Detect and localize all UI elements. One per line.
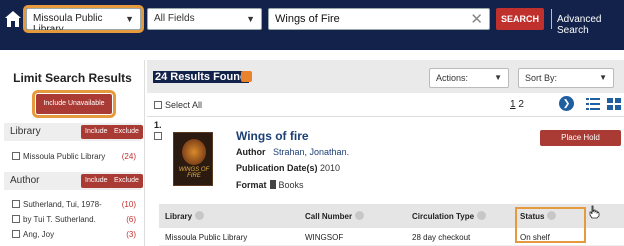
- facet-title: Author: [10, 175, 40, 186]
- select-all-label: Select All: [165, 100, 203, 110]
- checkbox[interactable]: [12, 200, 20, 208]
- sidebar-title: Limit Search Results: [13, 71, 132, 85]
- facet-author-header: Author Include Exclude: [4, 172, 143, 190]
- library-select[interactable]: Missoula Public Library ▼: [23, 5, 144, 35]
- book-icon: [269, 180, 276, 189]
- exclude-button[interactable]: Exclude: [110, 125, 143, 139]
- cell-library: Missoula Public Library: [165, 233, 248, 242]
- actions-label: Actions:: [436, 73, 469, 83]
- checkbox[interactable]: [12, 152, 20, 160]
- next-page-icon[interactable]: ❯: [559, 96, 574, 111]
- result-pubdate: Publication Date(s) 2010: [236, 163, 340, 173]
- col-label: Library: [165, 212, 193, 221]
- chevron-down-icon: ▼: [246, 14, 255, 24]
- result-title[interactable]: Wings of fire: [236, 129, 309, 143]
- page-link-2[interactable]: 2: [518, 99, 524, 110]
- format-value: Books: [278, 180, 304, 190]
- search-input-value: Wings of Fire: [275, 13, 340, 25]
- result-checkbox[interactable]: [154, 132, 162, 140]
- sort-icon[interactable]: [477, 211, 487, 220]
- place-hold-button[interactable]: Place Hold: [540, 130, 621, 146]
- sort-by-label: Sort By:: [525, 73, 558, 83]
- rss-icon[interactable]: [241, 71, 252, 82]
- select-all[interactable]: Select All: [154, 100, 202, 110]
- facet-item-count: (3): [126, 230, 136, 239]
- facet-item-count: (10): [121, 200, 136, 209]
- author-value[interactable]: Strahan, Jonathan.: [273, 147, 349, 157]
- sort-icon[interactable]: [195, 211, 205, 220]
- col-circulation-type[interactable]: Circulation Type: [412, 211, 487, 221]
- col-call-number[interactable]: Call Number: [305, 211, 365, 221]
- facet-item-count: (6): [126, 215, 136, 224]
- advanced-search-link[interactable]: Advanced Search: [557, 14, 624, 36]
- col-label: Call Number: [305, 212, 353, 221]
- cell-call-number: WINGSOF: [305, 233, 344, 242]
- include-button[interactable]: Include: [81, 174, 112, 188]
- search-button[interactable]: SEARCH: [496, 8, 544, 30]
- pubdate-value: 2010: [320, 163, 341, 173]
- facet-item[interactable]: by Tui T. Sutherland. (6): [12, 215, 136, 224]
- facet-item-label: by Tui T. Sutherland.: [23, 215, 96, 224]
- col-library[interactable]: Library: [165, 211, 205, 221]
- results-header: 24 Results Found Actions: ▼ Sort By: ▼: [147, 60, 624, 93]
- facet-item-label: Missoula Public Library: [23, 152, 106, 161]
- hand-cursor-icon: [589, 205, 600, 219]
- cover-title: WINGS OF FIRE: [178, 167, 210, 179]
- library-select-value: Missoula Public Library: [33, 13, 103, 35]
- include-button[interactable]: Include: [81, 125, 112, 139]
- result-format: Format Books: [236, 180, 304, 190]
- limit-sidebar: Limit Search Results Include Unavailable…: [0, 60, 145, 246]
- grid-view-icon[interactable]: [607, 98, 621, 110]
- cover-art: [182, 139, 206, 165]
- format-label: Format: [236, 180, 267, 190]
- results-count: 24 Results Found: [153, 71, 249, 83]
- home-icon[interactable]: [4, 10, 22, 28]
- top-search-bar: Missoula Public Library ▼ All Fields ▼ W…: [0, 0, 624, 50]
- chevron-down-icon: ▼: [599, 73, 607, 82]
- list-view-icon[interactable]: [586, 98, 600, 110]
- facet-library-header: Library Include Exclude: [4, 123, 143, 141]
- result-author: Author Strahan, Jonathan.: [236, 147, 349, 157]
- sort-by-dropdown[interactable]: Sort By: ▼: [518, 68, 614, 88]
- author-label: Author: [236, 147, 266, 157]
- chevron-down-icon: ▼: [125, 14, 134, 24]
- facet-item[interactable]: Missoula Public Library (24): [12, 152, 136, 161]
- search-input[interactable]: Wings of Fire ✕: [268, 8, 490, 30]
- cell-circulation-type: 28 day checkout: [412, 233, 471, 242]
- pubdate-label: Publication Date(s): [236, 163, 318, 173]
- facet-title: Library: [10, 126, 41, 137]
- book-cover[interactable]: WINGS OF FIRE: [173, 132, 213, 186]
- field-select[interactable]: All Fields ▼: [147, 8, 262, 30]
- facet-item-count: (24): [121, 152, 136, 161]
- checkbox[interactable]: [12, 215, 20, 223]
- status-highlight: [515, 207, 586, 243]
- exclude-button[interactable]: Exclude: [110, 174, 143, 188]
- actions-dropdown[interactable]: Actions: ▼: [429, 68, 509, 88]
- field-select-value: All Fields: [154, 13, 195, 24]
- divider: [551, 9, 552, 29]
- include-unavailable-button[interactable]: Include Unavailable: [32, 90, 116, 118]
- divider: [147, 116, 624, 117]
- col-label: Circulation Type: [412, 212, 475, 221]
- facet-item[interactable]: Sutherland, Tui, 1978- (10): [12, 200, 136, 209]
- facet-item[interactable]: Ang, Joy (3): [12, 230, 136, 239]
- page-link-1[interactable]: 1: [510, 99, 516, 110]
- facet-item-label: Ang, Joy: [23, 230, 55, 239]
- checkbox[interactable]: [154, 101, 162, 109]
- sort-icon[interactable]: [355, 211, 365, 220]
- chevron-down-icon: ▼: [494, 73, 502, 82]
- checkbox[interactable]: [12, 230, 20, 238]
- result-number: 1.: [154, 120, 162, 130]
- pagination: 1 2: [510, 99, 524, 110]
- clear-icon[interactable]: ✕: [470, 10, 483, 28]
- facet-item-label: Sutherland, Tui, 1978-: [23, 200, 102, 209]
- results-panel: 24 Results Found Actions: ▼ Sort By: ▼ S…: [147, 60, 624, 246]
